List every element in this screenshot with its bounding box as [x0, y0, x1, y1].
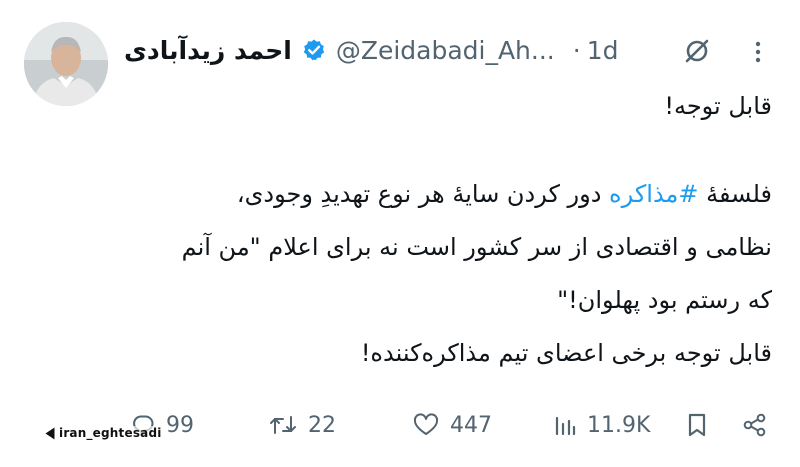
timestamp-separator: · [572, 35, 581, 65]
watermark-text: iran_eghtesadi [59, 426, 162, 440]
tweet-header: احمد زیدآبادی @Zeidabadi_Ah... · 1d [124, 30, 618, 70]
tweet-text-line-3: نظامی و اقتصادی از سر کشور است نه برای ا… [181, 233, 772, 261]
hashtag-link[interactable]: #مذاکره [609, 180, 698, 208]
like-count: 447 [450, 412, 492, 438]
bookmark-icon [686, 412, 708, 438]
views-count: 11.9K [587, 412, 651, 438]
views-button[interactable]: 11.9K [553, 405, 650, 445]
like-icon [412, 412, 440, 438]
tweet-text-line-1: قابل توجه! [664, 92, 772, 120]
author-avatar[interactable] [24, 22, 108, 106]
author-handle[interactable]: @Zeidabadi_Ah... [336, 36, 555, 65]
more-icon[interactable] [752, 40, 764, 64]
like-button[interactable]: 447 [412, 405, 492, 445]
repost-button[interactable]: 22 [268, 405, 336, 445]
share-button[interactable] [742, 405, 768, 445]
verified-badge-icon[interactable] [302, 38, 326, 62]
mute-icon[interactable] [682, 36, 712, 66]
tweet-text-segment: فلسفۀ [698, 180, 772, 208]
profile-photo-icon [24, 22, 108, 106]
repost-icon [268, 412, 298, 438]
views-icon [553, 412, 577, 438]
watermark: iran_eghtesadi [44, 426, 162, 440]
watermark-arrow-icon [45, 427, 55, 439]
tweet-text-line-2: فلسفۀ #مذاکره دور کردن سایۀ هر نوع تهدید… [237, 180, 772, 208]
tweet-text-line-5: قابل توجه برخی اعضای تیم مذاکره‌کننده! [360, 339, 772, 367]
author-display-name[interactable]: احمد زیدآبادی [124, 36, 292, 65]
share-icon [742, 412, 768, 438]
tweet-text-segment: دور کردن سایۀ هر نوع تهدیدِ وجودی، [236, 180, 610, 208]
tweet-text-line-4: که رستم بود پهلوان!" [557, 286, 772, 314]
reply-count: 99 [166, 412, 194, 438]
tweet-timestamp[interactable]: 1d [587, 36, 619, 65]
bookmark-button[interactable] [686, 405, 708, 445]
repost-count: 22 [308, 412, 336, 438]
tweet-card: احمد زیدآبادی @Zeidabadi_Ah... · 1d قابل… [0, 0, 800, 467]
